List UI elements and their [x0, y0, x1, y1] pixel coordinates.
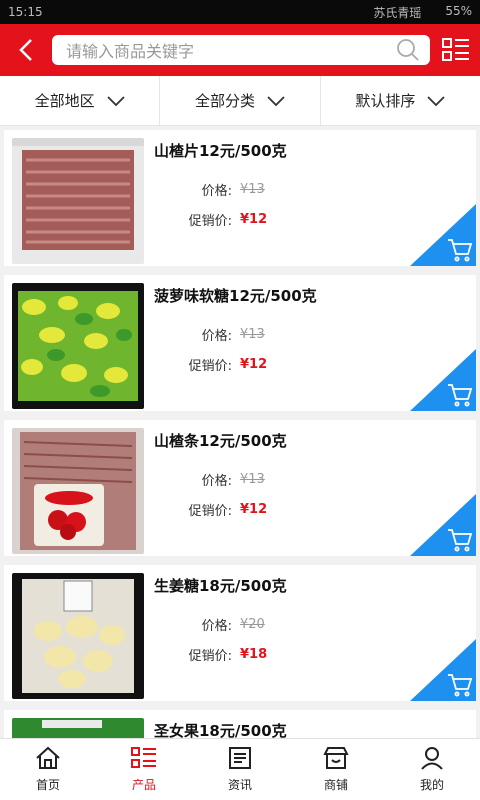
- add-to-cart-button[interactable]: [410, 204, 476, 266]
- home-icon: [36, 746, 60, 769]
- product-card[interactable]: 圣女果18元/500克: [4, 710, 476, 740]
- add-to-cart-button[interactable]: [410, 349, 476, 411]
- price-label: 价格:: [201, 329, 232, 344]
- list-menu-button[interactable]: [440, 34, 472, 66]
- user-icon: [421, 747, 443, 770]
- news-icon: [229, 747, 251, 769]
- top-bar: 请输入商品关键字: [0, 24, 480, 76]
- product-image-cherry-tomato: [12, 718, 144, 740]
- filter-label: 全部地区: [34, 92, 95, 110]
- search-placeholder: 请输入商品关键字: [66, 42, 195, 61]
- product-title[interactable]: 菠萝味软糖12元/500克: [154, 285, 317, 306]
- list-menu-icon: [442, 38, 469, 61]
- original-price: ¥13: [240, 182, 265, 197]
- tab-label: 首页: [35, 778, 60, 792]
- filter-sort[interactable]: 默认排序: [321, 76, 480, 125]
- bottom-tab-bar: 首页 产品 资讯 商铺 我的: [0, 738, 480, 800]
- add-to-cart-button[interactable]: [410, 639, 476, 701]
- sale-price-label: 促销价:: [188, 214, 232, 229]
- status-battery: 55%: [445, 3, 472, 18]
- chevron-down-icon: [267, 95, 285, 106]
- product-image-hawthorn-slices: [12, 138, 144, 264]
- price-label: 价格:: [201, 619, 232, 634]
- price-row: 价格: ¥13: [154, 470, 265, 489]
- tab-label: 商铺: [323, 778, 348, 792]
- product-image-ginger-candy: [12, 573, 144, 699]
- tab-home[interactable]: 首页: [0, 739, 96, 800]
- filter-bar: 全部地区 全部分类 默认排序: [0, 76, 480, 126]
- original-price: ¥13: [240, 327, 265, 342]
- product-card[interactable]: 山楂片12元/500克 价格: ¥13 促销价: ¥12: [4, 130, 476, 266]
- product-list-icon: [131, 747, 156, 768]
- chevron-down-icon: [427, 95, 445, 106]
- sale-price-label: 促销价:: [188, 504, 232, 519]
- sale-price-label: 促销价:: [188, 359, 232, 374]
- filter-category[interactable]: 全部分类: [160, 76, 321, 125]
- product-image-pineapple-gummy: [12, 283, 144, 409]
- product-title[interactable]: 生姜糖18元/500克: [154, 575, 287, 596]
- tab-shop[interactable]: 商铺: [288, 739, 384, 800]
- status-time: 15:15: [8, 5, 43, 19]
- price-label: 价格:: [201, 474, 232, 489]
- product-card[interactable]: 菠萝味软糖12元/500克 价格: ¥13 促销价: ¥12: [4, 275, 476, 411]
- price-row: 价格: ¥20: [154, 615, 265, 634]
- tab-label: 我的: [419, 778, 444, 792]
- original-price: ¥20: [240, 617, 265, 632]
- tab-label: 资讯: [227, 778, 252, 792]
- product-card[interactable]: 山楂条12元/500克 价格: ¥13 促销价: ¥12: [4, 420, 476, 556]
- product-card[interactable]: 生姜糖18元/500克 价格: ¥20 促销价: ¥18: [4, 565, 476, 701]
- price-row: 价格: ¥13: [154, 180, 265, 199]
- filter-label: 默认排序: [355, 92, 416, 110]
- price-row: 价格: ¥13: [154, 325, 265, 344]
- sale-price: ¥12: [240, 357, 268, 372]
- tab-news[interactable]: 资讯: [192, 739, 288, 800]
- sale-row: 促销价: ¥12: [154, 355, 268, 374]
- sale-row: 促销价: ¥12: [154, 500, 268, 519]
- sale-price: ¥18: [240, 647, 268, 662]
- tab-products[interactable]: 产品: [96, 739, 192, 800]
- tab-mine[interactable]: 我的: [384, 739, 480, 800]
- product-image-hawthorn-strips: [12, 428, 144, 554]
- status-bar: 15:15 苏氏青瑶 55%: [0, 0, 480, 24]
- tab-label: 产品: [131, 778, 156, 792]
- product-title[interactable]: 山楂条12元/500克: [154, 430, 287, 451]
- price-label: 价格:: [201, 184, 232, 199]
- filter-label: 全部分类: [194, 92, 255, 110]
- add-to-cart-button[interactable]: [410, 494, 476, 556]
- product-title[interactable]: 山楂片12元/500克: [154, 140, 287, 161]
- filter-region[interactable]: 全部地区: [0, 76, 161, 125]
- original-price: ¥13: [240, 472, 265, 487]
- status-carrier: 苏氏青瑶: [373, 5, 422, 20]
- product-title[interactable]: 圣女果18元/500克: [154, 720, 287, 740]
- sale-price: ¥12: [240, 502, 268, 517]
- chevron-down-icon: [107, 95, 125, 106]
- search-icon[interactable]: [396, 38, 420, 62]
- back-arrow-icon: [19, 39, 32, 61]
- back-button[interactable]: [8, 30, 44, 70]
- sale-price-label: 促销价:: [188, 649, 232, 664]
- search-input[interactable]: 请输入商品关键字: [52, 35, 430, 65]
- sale-row: 促销价: ¥18: [154, 645, 268, 664]
- sale-row: 促销价: ¥12: [154, 210, 268, 229]
- sale-price: ¥12: [240, 212, 268, 227]
- shop-icon: [323, 747, 349, 769]
